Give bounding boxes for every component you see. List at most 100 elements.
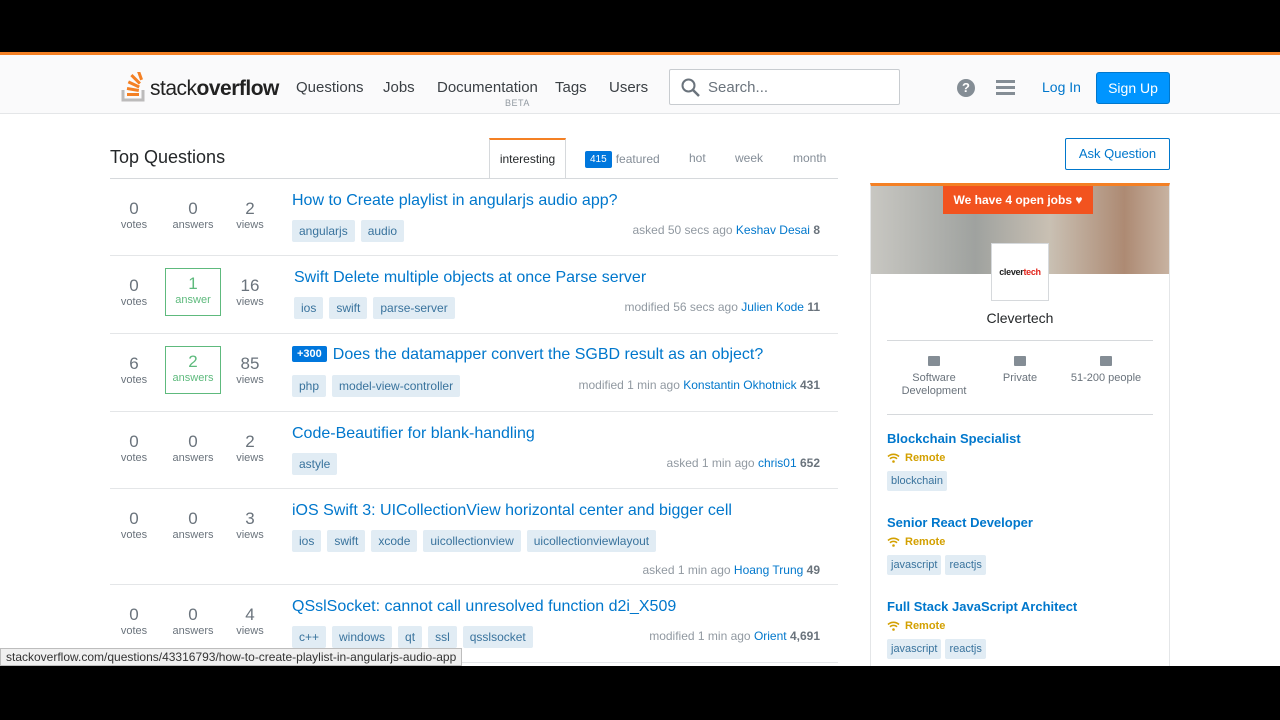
answer-number: 1 bbox=[188, 274, 198, 293]
top-bar: stackoverflow Questions Jobs Documentati… bbox=[0, 52, 1280, 114]
answer-count: 0 answers bbox=[165, 199, 221, 232]
tag-qsslsocket[interactable]: qsslsocket bbox=[462, 626, 533, 648]
answer-count: 0 answers bbox=[165, 432, 221, 465]
user-link[interactable]: Julien Kode bbox=[741, 300, 804, 314]
ask-question-button[interactable]: Ask Question bbox=[1065, 138, 1170, 170]
tag-ios[interactable]: ios bbox=[294, 297, 324, 319]
company-logo[interactable]: clevertech bbox=[991, 243, 1049, 301]
site-switcher-icon[interactable] bbox=[996, 80, 1015, 97]
nav-users[interactable]: Users bbox=[609, 79, 648, 96]
view-number: 3 bbox=[245, 509, 255, 528]
question-title-link[interactable]: +300 Does the datamapper convert the SGBD… bbox=[292, 346, 763, 364]
tag-astyle[interactable]: astyle bbox=[292, 453, 338, 475]
vote-number: 0 bbox=[129, 432, 139, 451]
vote-number: 0 bbox=[129, 509, 139, 528]
tab-featured[interactable]: 415 featured bbox=[585, 151, 660, 168]
question-title-link[interactable]: How to Create playlist in angularjs audi… bbox=[292, 192, 618, 210]
job-title-link[interactable]: Blockchain Specialist bbox=[887, 431, 1021, 446]
search-input[interactable] bbox=[708, 76, 888, 98]
tag-parseserver[interactable]: parse-server bbox=[373, 297, 455, 319]
question-title-text: Swift Delete multiple objects at once Pa… bbox=[294, 269, 647, 286]
tag-javascript[interactable]: javascript bbox=[887, 639, 942, 659]
login-link[interactable]: Log In bbox=[1042, 79, 1081, 95]
question-title-link[interactable]: Code-Beautifier for blank-handling bbox=[292, 425, 535, 443]
page-title: Top Questions bbox=[110, 147, 226, 167]
tag-qt[interactable]: qt bbox=[398, 626, 423, 648]
tab-week[interactable]: week bbox=[735, 151, 763, 165]
help-icon[interactable]: ? bbox=[957, 79, 975, 97]
answer-label: answers bbox=[172, 372, 214, 384]
question-title-link[interactable]: Swift Delete multiple objects at once Pa… bbox=[294, 269, 646, 287]
nav-questions[interactable]: Questions bbox=[296, 79, 364, 96]
question-title-text: Code-Beautifier for blank-handling bbox=[292, 425, 535, 442]
job-title-link[interactable]: Full Stack JavaScript Architect bbox=[887, 599, 1077, 614]
fact-size: 51-200 people bbox=[1059, 356, 1153, 385]
user-link[interactable]: Hoang Trung bbox=[734, 563, 803, 577]
vote-number: 0 bbox=[129, 276, 139, 295]
remote-text: Remote bbox=[905, 536, 946, 548]
answer-number: 0 bbox=[188, 199, 198, 218]
wifi-icon bbox=[887, 537, 900, 547]
view-label: views bbox=[236, 219, 264, 231]
tag-reactjs[interactable]: reactjs bbox=[945, 639, 986, 659]
fact-ownership: Private bbox=[973, 356, 1067, 385]
question-action-time: asked 1 min ago bbox=[642, 563, 731, 577]
user-link[interactable]: chris01 bbox=[758, 456, 797, 470]
tag-javascript[interactable]: javascript bbox=[887, 555, 942, 575]
tag-uicollectionview[interactable]: uicollectionview bbox=[423, 530, 521, 552]
view-number: 16 bbox=[240, 276, 260, 295]
jobs-ad-card: We have 4 open jobs ♥ clevertech Clevert… bbox=[870, 183, 1170, 666]
question-action-time: asked 1 min ago bbox=[666, 456, 755, 470]
view-label: views bbox=[236, 529, 264, 541]
tag-blockchain[interactable]: blockchain bbox=[887, 471, 947, 491]
question-title-link[interactable]: QSslSocket: cannot call unresolved funct… bbox=[292, 598, 676, 616]
company-name[interactable]: Clevertech bbox=[871, 310, 1169, 326]
tag-ssl[interactable]: ssl bbox=[428, 626, 457, 648]
tag-swift[interactable]: swift bbox=[327, 530, 366, 552]
signup-button[interactable]: Sign Up bbox=[1096, 72, 1170, 104]
tag-swift[interactable]: swift bbox=[329, 297, 368, 319]
view-count: 3 views bbox=[222, 509, 278, 542]
nav-documentation[interactable]: Documentation bbox=[437, 79, 538, 96]
job-tags: javascript reactjs bbox=[887, 639, 1077, 659]
nav-tags[interactable]: Tags bbox=[555, 79, 587, 96]
tag-reactjs[interactable]: reactjs bbox=[945, 555, 986, 575]
tag-uicollectionviewlayout[interactable]: uicollectionviewlayout bbox=[526, 530, 657, 552]
user-link[interactable]: Orient bbox=[754, 629, 787, 643]
tag-php[interactable]: php bbox=[292, 375, 327, 397]
tab-month[interactable]: month bbox=[793, 151, 826, 165]
view-number: 4 bbox=[245, 605, 255, 624]
view-count: 2 views bbox=[222, 199, 278, 232]
stackoverflow-logo[interactable]: stackoverflow bbox=[121, 70, 279, 102]
nav-jobs[interactable]: Jobs bbox=[383, 79, 415, 96]
user-reputation: 8 bbox=[813, 223, 820, 237]
tag-xcode[interactable]: xcode bbox=[371, 530, 418, 552]
tag-c[interactable]: c++ bbox=[292, 626, 327, 648]
tag-audio[interactable]: audio bbox=[360, 220, 405, 242]
wifi-icon bbox=[887, 621, 900, 631]
tag-modelviewcontroller[interactable]: model-view-controller bbox=[332, 375, 461, 397]
user-link[interactable]: Keshav Desai bbox=[736, 223, 810, 237]
tag-angularjs[interactable]: angularjs bbox=[292, 220, 355, 242]
vote-label: votes bbox=[120, 296, 148, 308]
view-number: 85 bbox=[240, 354, 260, 373]
fact-ownership-text: Private bbox=[1002, 372, 1038, 384]
tab-hot[interactable]: hot bbox=[689, 151, 706, 165]
user-link[interactable]: Konstantin Okhotnick bbox=[683, 378, 796, 392]
question-tags: ios swift xcode uicollectionview uicollectio… bbox=[292, 530, 657, 552]
open-jobs-button[interactable]: We have 4 open jobs ♥ bbox=[943, 186, 1093, 214]
user-reputation: 11 bbox=[807, 300, 820, 314]
search-box[interactable] bbox=[669, 69, 900, 105]
tab-interesting[interactable]: interesting bbox=[489, 138, 566, 179]
company-logo-text-a: clever bbox=[999, 267, 1024, 277]
job-tags: javascript reactjs bbox=[887, 555, 1033, 575]
tag-windows[interactable]: windows bbox=[332, 626, 393, 648]
job-title-link[interactable]: Senior React Developer bbox=[887, 515, 1033, 530]
tag-ios[interactable]: ios bbox=[292, 530, 322, 552]
question-meta: asked 50 secs ago Keshav Desai 8 bbox=[633, 223, 821, 237]
question-action-time: modified 56 secs ago bbox=[624, 300, 738, 314]
answer-count: 0 answers bbox=[165, 605, 221, 638]
question-title-text: Does the datamapper convert the SGBD res… bbox=[332, 346, 764, 363]
question-title-link[interactable]: iOS Swift 3: UICollectionView horizontal… bbox=[292, 502, 732, 520]
vote-label: votes bbox=[120, 625, 148, 637]
